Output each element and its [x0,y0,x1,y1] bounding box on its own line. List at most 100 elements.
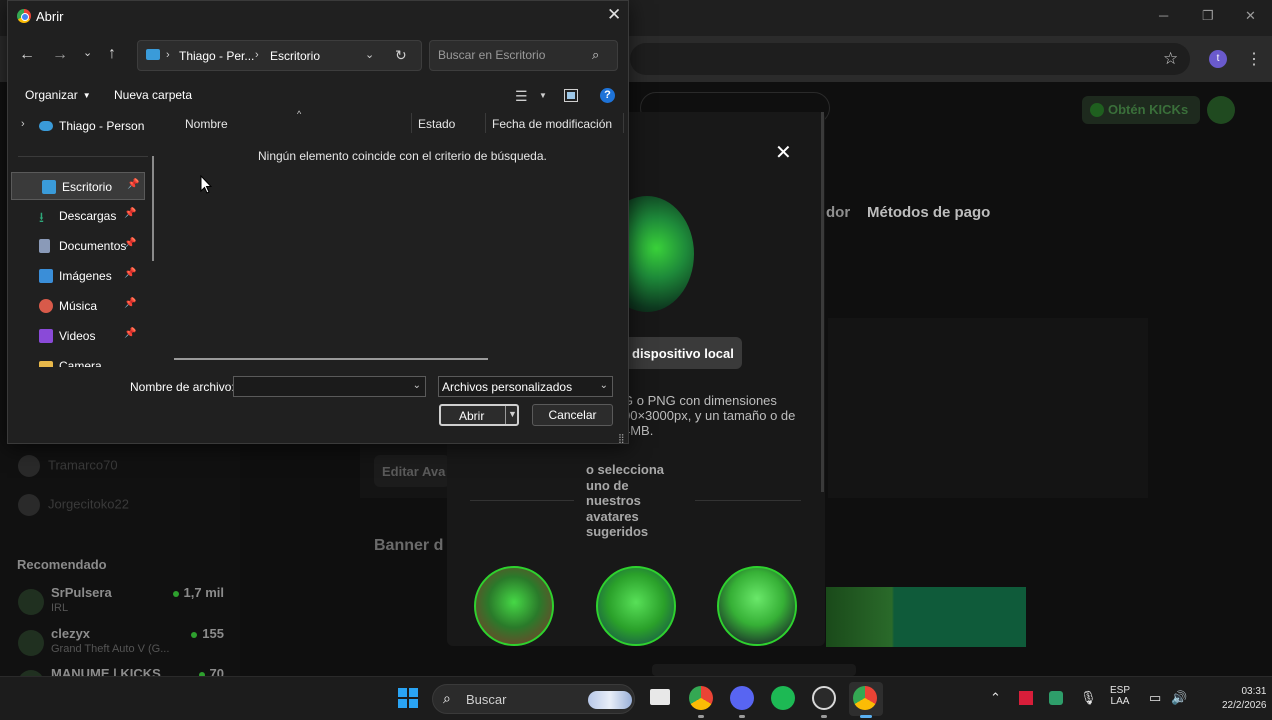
breadcrumb-folder[interactable]: Escritorio [270,49,320,63]
refresh-icon[interactable]: ↻ [395,47,407,64]
avatar [18,589,44,615]
upload-local-button[interactable]: dispositivo local [618,337,742,369]
tab-partial[interactable]: dor [826,204,850,221]
recommended-channel[interactable]: SrPulsera IRL 1,7 mil [18,585,228,621]
search-input[interactable] [438,48,588,62]
avatar [18,494,40,516]
close-icon[interactable]: ✕ [775,140,792,165]
recent-locations-icon[interactable]: ⌄ [83,46,92,59]
column-divider[interactable] [485,113,486,133]
nav-item-camera[interactable]: Camera [9,352,143,367]
chrome-profile-icon[interactable] [853,686,877,710]
open-button[interactable]: Abrir ▼ [439,404,519,426]
forward-arrow-icon[interactable]: → [52,46,68,64]
nav-item-videos[interactable]: Videos 📌 [9,322,143,350]
tab-payment-methods[interactable]: Métodos de pago [867,204,990,221]
taskbar: ⌕ Buscar ⌃ 🎙 ESP LAA ▭ 🔊 03:31 22/2/2026 [0,676,1272,720]
chevron-down-icon[interactable]: ⌄ [365,48,374,61]
suggested-avatar[interactable] [717,566,797,646]
site-footer-strip [652,664,856,676]
active-indicator [860,715,872,718]
spotify-icon[interactable] [771,686,795,710]
volume-icon[interactable]: 🔊 [1171,690,1187,706]
column-name[interactable]: Nombre [185,117,228,131]
edit-avatar-button[interactable]: Editar Ava [374,455,450,487]
suggested-avatar[interactable] [474,566,554,646]
nav-item-documents[interactable]: Documentos 📌 [9,232,143,260]
pin-icon[interactable]: 📌 [124,238,136,249]
nav-item-pictures[interactable]: Imágenes 📌 [9,262,143,290]
caret-down-icon: ▼ [82,91,91,101]
address-bar[interactable] [630,43,1190,75]
microphone-icon[interactable]: 🎙 [1080,690,1097,706]
cancel-button[interactable]: Cancelar [532,404,613,426]
nav-item-music[interactable]: Música 📌 [9,292,143,320]
suggested-avatar[interactable] [596,566,676,646]
back-arrow-icon[interactable]: ← [19,46,35,64]
close-icon[interactable]: ✕ [607,5,621,25]
pin-icon[interactable]: 📌 [124,268,136,279]
nav-scrollbar[interactable] [152,156,154,261]
column-headers: ^ Nombre Estado Fecha de modificación [173,109,627,135]
sidebar-user[interactable]: Tramarco70 [18,455,118,477]
discord-icon[interactable] [730,686,754,710]
search-icon: ⌕ [443,690,451,706]
column-divider[interactable] [623,113,624,133]
dialog-title-bar[interactable]: Abrir ✕ [8,1,628,31]
pin-icon[interactable]: 📌 [127,179,139,190]
organize-menu[interactable]: Organizar ▼ [25,88,91,102]
get-kicks-button[interactable]: Obtén KICKs [1082,96,1200,124]
image-icon [39,269,53,283]
more-menu-icon[interactable]: ⋮ [1246,49,1262,69]
chevron-down-icon[interactable]: ⌄ [413,380,421,391]
bookmark-star-icon[interactable]: ☆ [1163,49,1178,69]
file-type-select[interactable]: Archivos personalizados ⌄ [438,376,613,397]
nav-item-onedrive[interactable]: Thiago - Person [9,112,144,140]
taskbar-search[interactable]: ⌕ Buscar [432,684,635,714]
profile-avatar[interactable]: t [1209,50,1227,68]
search-field[interactable]: ⌕ [429,40,618,71]
column-date[interactable]: Fecha de modificación [492,117,612,131]
windows-start-icon[interactable] [398,688,418,708]
view-options-icon[interactable]: ☰ [515,88,528,105]
pin-icon[interactable]: 📌 [124,298,136,309]
network-icon[interactable]: ▭ [1149,690,1161,706]
chevron-up-icon[interactable]: ⌃ [990,690,1001,706]
caret-down-icon[interactable]: ▼ [539,91,547,100]
clock[interactable]: 03:31 22/2/2026 [1222,685,1267,713]
pin-icon[interactable]: 📌 [124,328,136,339]
minimize-icon[interactable]: ─ [1159,8,1168,23]
new-folder-button[interactable]: Nueva carpeta [114,88,192,102]
sidebar-user[interactable]: Jorgecitoko22 [18,494,129,516]
preview-pane-icon[interactable] [564,89,578,102]
help-icon[interactable]: ? [600,88,615,103]
up-arrow-icon[interactable]: ↑ [108,45,116,63]
input-language[interactable]: ESP LAA [1110,685,1130,707]
pin-icon[interactable]: 📌 [124,208,136,219]
obs-icon[interactable] [812,686,836,710]
chevron-right-icon: › [166,49,170,61]
running-indicator [698,715,704,718]
user-avatar[interactable] [1207,96,1235,124]
amd-icon[interactable] [1019,691,1033,705]
address-breadcrumb[interactable]: › Thiago - Per... › Escritorio ⌄ ↻ [137,40,422,71]
resize-grip-icon[interactable]: ⣿ [618,433,625,444]
caret-down-icon[interactable]: ▼ [508,409,517,419]
filename-label: Nombre de archivo: [130,380,235,394]
column-status[interactable]: Estado [418,117,455,131]
nav-item-downloads[interactable]: ⭳ Descargas 📌 [9,202,143,230]
filename-field[interactable]: ⌄ [233,376,426,397]
restore-icon[interactable]: ❐ [1202,8,1214,24]
horizontal-scrollbar[interactable] [174,358,488,360]
nav-item-desktop[interactable]: Escritorio 📌 [11,172,145,200]
column-divider[interactable] [411,113,412,133]
recommended-channel[interactable]: clezyx Grand Theft Auto V (G... 155 [18,626,228,662]
breadcrumb-user[interactable]: Thiago - Per... [179,49,254,63]
modal-scrollbar[interactable] [821,112,824,492]
chevron-right-icon: › [255,49,259,61]
close-window-icon[interactable]: ✕ [1245,8,1256,24]
chrome-icon[interactable] [689,686,713,710]
recommended-channel[interactable]: MANUME | KICKS 70 [18,666,228,676]
task-view-icon[interactable] [650,689,670,705]
defender-icon[interactable] [1049,691,1063,705]
